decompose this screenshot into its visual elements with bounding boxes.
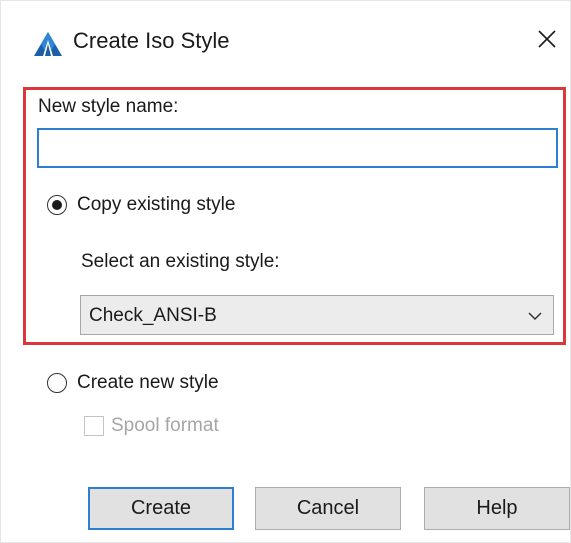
- title-bar: Create Iso Style: [1, 1, 570, 81]
- copy-existing-style-radio-option[interactable]: Copy existing style: [47, 194, 235, 216]
- copy-existing-style-radio[interactable]: [47, 195, 67, 215]
- close-icon: [537, 29, 557, 54]
- existing-style-selected-value: Check_ANSI-B: [89, 305, 217, 326]
- help-button[interactable]: Help: [424, 487, 570, 530]
- cancel-button[interactable]: Cancel: [255, 487, 401, 530]
- close-button[interactable]: [529, 23, 565, 59]
- create-iso-style-dialog: Create Iso Style New style name: Copy ex…: [0, 0, 571, 543]
- spool-format-checkbox: [84, 416, 104, 436]
- spool-format-option: Spool format: [84, 415, 219, 437]
- copy-existing-style-label: Copy existing style: [77, 194, 236, 215]
- select-existing-style-label: Select an existing style:: [81, 251, 280, 272]
- new-style-name-input[interactable]: [37, 128, 558, 168]
- create-new-style-radio-option[interactable]: Create new style: [47, 372, 219, 394]
- create-new-style-radio[interactable]: [47, 373, 67, 393]
- spool-format-label: Spool format: [111, 415, 219, 436]
- create-new-style-label: Create new style: [77, 372, 219, 393]
- new-style-name-label: New style name:: [38, 96, 179, 117]
- chevron-down-icon: [527, 309, 543, 321]
- existing-style-dropdown[interactable]: Check_ANSI-B: [80, 295, 554, 335]
- create-button[interactable]: Create: [88, 487, 234, 530]
- autocad-triangle-icon: [33, 31, 63, 57]
- dialog-title: Create Iso Style: [73, 28, 230, 53]
